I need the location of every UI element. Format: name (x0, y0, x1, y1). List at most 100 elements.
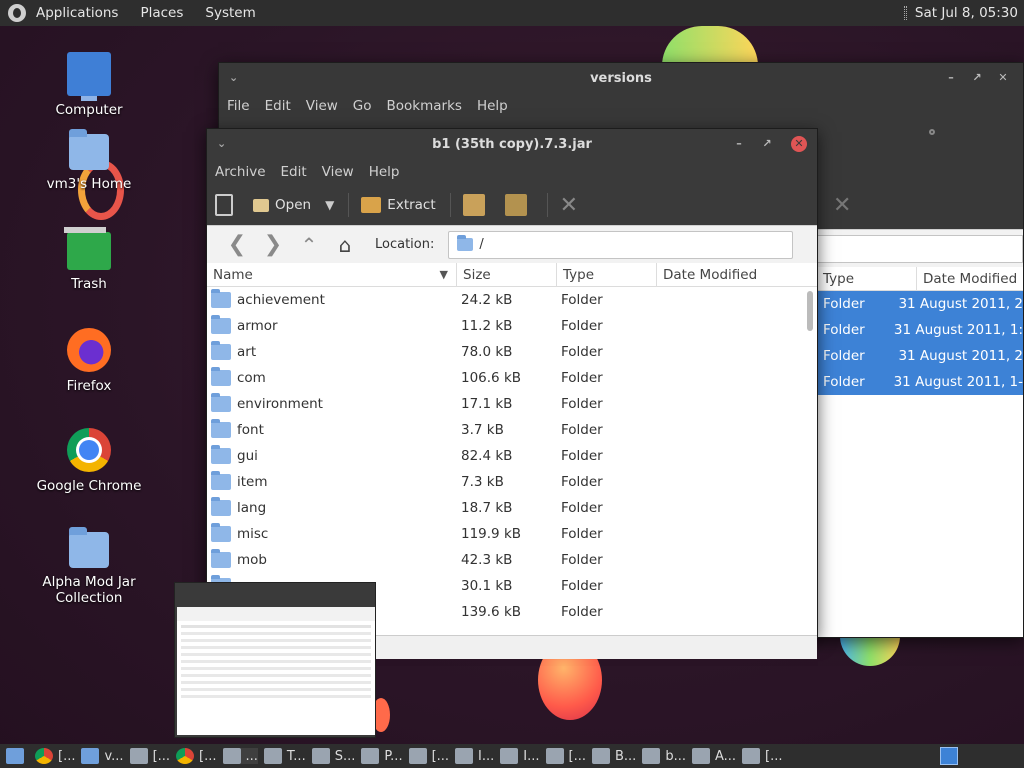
file-type-cell: Folder (561, 292, 603, 308)
table-row[interactable]: misc 119.9 kB Folder (207, 521, 817, 547)
taskbar-item[interactable]: [... (545, 748, 586, 764)
column-size[interactable]: Size (457, 263, 557, 287)
gnome-foot-icon[interactable] (8, 4, 26, 22)
taskbar-item[interactable]: S... (311, 748, 355, 764)
clock[interactable]: Sat Jul 8, 05:30 (903, 0, 1018, 26)
menu-help[interactable]: Help (477, 98, 508, 114)
menu-file[interactable]: File (227, 98, 250, 114)
menu-edit[interactable]: Edit (281, 164, 307, 180)
add-files-button[interactable] (462, 194, 491, 216)
table-row[interactable]: Folder 31 August 2011, 2 (817, 343, 1023, 369)
extract-button[interactable]: Extract (361, 197, 436, 213)
archive-manager-window[interactable]: ⌄ b1 (35th copy).7.3.jar – ↗ ✕ Archive E… (206, 128, 818, 659)
menu-bookmarks[interactable]: Bookmarks (387, 98, 462, 114)
taskbar-item[interactable]: A... (691, 748, 736, 764)
menu-go[interactable]: Go (353, 98, 372, 114)
table-row[interactable]: item 7.3 kB Folder (207, 469, 817, 495)
table-row[interactable]: font 3.7 kB Folder (207, 417, 817, 443)
minimize-icon[interactable]: – (943, 70, 959, 86)
menu-help[interactable]: Help (369, 164, 400, 180)
column-date-modified[interactable]: Date Modified (917, 267, 1023, 291)
taskbar-item[interactable]: b... (642, 748, 686, 764)
window-menu-icon[interactable]: ⌄ (217, 137, 226, 150)
table-row[interactable]: Folder 31 August 2011, 1: (817, 317, 1023, 343)
desktop-icon-home[interactable]: vm3's Home (34, 129, 144, 192)
open-dropdown-button[interactable]: ▼ (325, 198, 334, 212)
column-name[interactable]: Name ▼ (207, 263, 457, 287)
taskbar-item[interactable]: [... (129, 748, 170, 764)
window-preview-thumbnail[interactable] (174, 582, 376, 738)
new-file-icon (215, 194, 233, 216)
versions-file-list[interactable]: Type Date Modified Folder 31 August 2011… (817, 267, 1023, 637)
table-row[interactable]: Folder 31 August 2011, 1- (817, 369, 1023, 395)
desktop-icon-alpha-mod-jar[interactable]: Alpha Mod Jar Collection (34, 527, 144, 606)
maximize-icon[interactable]: ↗ (969, 70, 985, 86)
taskbar-item[interactable]: v... (81, 748, 124, 764)
versions-location-input[interactable] (817, 235, 1023, 263)
table-row[interactable]: armor 11.2 kB Folder (207, 313, 817, 339)
column-date-modified[interactable]: Date Modified (657, 263, 817, 287)
window-menu-icon[interactable]: ⌄ (229, 71, 238, 84)
archive-icon (500, 748, 519, 764)
desktop-icon-label: Alpha Mod Jar Collection (42, 574, 136, 606)
menu-applications[interactable]: Applications (36, 5, 118, 21)
desktop-icon-trash[interactable]: Trash (34, 227, 144, 292)
taskbar-item[interactable]: [... (408, 748, 449, 764)
taskbar-item[interactable]: I... (500, 748, 540, 764)
menu-archive[interactable]: Archive (215, 164, 266, 180)
chrome-icon (176, 748, 195, 764)
versions-titlebar[interactable]: ⌄ versions – ↗ ✕ (219, 63, 1023, 93)
archive-titlebar[interactable]: ⌄ b1 (35th copy).7.3.jar – ↗ ✕ (207, 129, 817, 159)
taskbar-item[interactable]: [... (742, 748, 783, 764)
stop-button[interactable]: ✕ (560, 193, 578, 218)
table-row[interactable]: com 106.6 kB Folder (207, 365, 817, 391)
taskbar-item[interactable]: I... (455, 748, 494, 764)
open-button[interactable]: Open (253, 197, 311, 213)
column-type[interactable]: Type (557, 263, 657, 287)
scrollbar-thumb[interactable] (807, 291, 813, 331)
add-folder-button[interactable] (504, 194, 533, 216)
new-archive-button[interactable] (215, 194, 239, 216)
file-size-cell: 3.7 kB (461, 422, 504, 438)
archive-file-list[interactable]: Name ▼ Size Type Date Modified achieveme… (207, 263, 817, 635)
menu-system[interactable]: System (205, 5, 255, 21)
table-row[interactable]: lang 18.7 kB Folder (207, 495, 817, 521)
scrollbar[interactable] (807, 289, 815, 609)
file-name-cell: com (207, 367, 457, 386)
file-type-cell: Folder (561, 318, 603, 334)
maximize-icon[interactable]: ↗ (759, 136, 775, 152)
back-arrow-icon[interactable]: ❮ (219, 232, 255, 257)
menu-edit[interactable]: Edit (265, 98, 291, 114)
close-icon[interactable]: ✕ (995, 70, 1011, 86)
cancel-icon[interactable]: ✕ (833, 193, 851, 218)
taskbar-item[interactable]: ... (222, 748, 258, 764)
table-row[interactable]: environment 17.1 kB Folder (207, 391, 817, 417)
taskbar-item[interactable]: [... (176, 748, 217, 764)
table-row[interactable]: achievement 24.2 kB Folder (207, 287, 817, 313)
show-desktop-button[interactable] (6, 748, 29, 764)
menu-view[interactable]: View (306, 98, 338, 114)
search-icon[interactable] (929, 129, 935, 135)
column-type[interactable]: Type (817, 267, 917, 291)
menu-view[interactable]: View (322, 164, 354, 180)
desktop-icon-firefox[interactable]: Firefox (34, 328, 144, 394)
minimize-icon[interactable]: – (731, 136, 747, 152)
taskbar-item[interactable]: [... (35, 748, 75, 764)
menu-places[interactable]: Places (140, 5, 183, 21)
taskbar-item[interactable]: T... (263, 748, 306, 764)
location-input[interactable]: / (448, 230, 794, 259)
table-row[interactable]: mob 42.3 kB Folder (207, 547, 817, 573)
desktop-icon-chrome[interactable]: Google Chrome (34, 428, 144, 494)
desktop-icon-computer[interactable]: Computer (34, 52, 144, 118)
close-icon[interactable]: ✕ (791, 136, 807, 152)
workspace-switcher[interactable] (940, 747, 958, 765)
forward-arrow-icon[interactable]: ❯ (255, 232, 291, 257)
sort-arrow-icon: ▼ (439, 267, 448, 281)
table-row[interactable]: gui 82.4 kB Folder (207, 443, 817, 469)
home-icon[interactable]: ⌂ (327, 233, 363, 257)
taskbar-item[interactable]: P... (361, 748, 403, 764)
table-row[interactable]: Folder 31 August 2011, 2 (817, 291, 1023, 317)
taskbar-item[interactable]: B... (591, 748, 636, 764)
up-arrow-icon[interactable]: ⌃ (291, 233, 327, 257)
table-row[interactable]: art 78.0 kB Folder (207, 339, 817, 365)
